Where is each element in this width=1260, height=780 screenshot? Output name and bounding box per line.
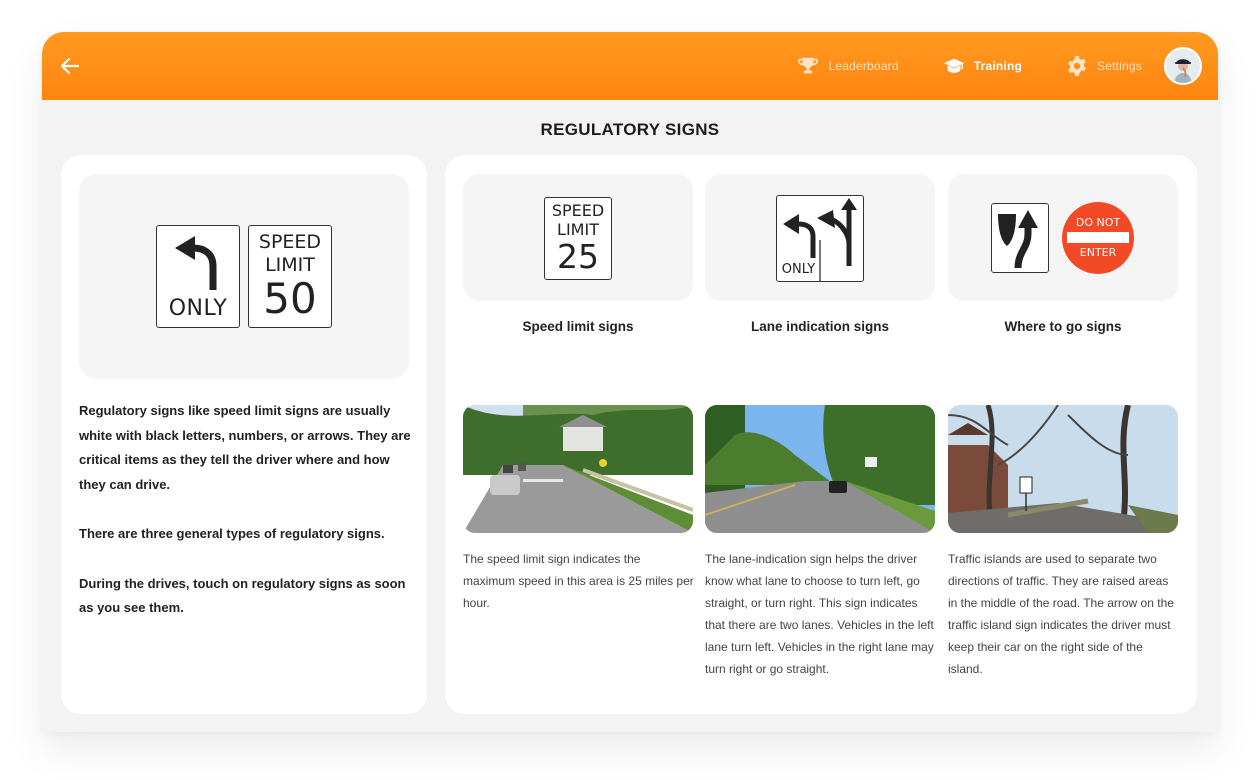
nav-leaderboard-label: Leaderboard bbox=[828, 59, 899, 73]
trophy-icon bbox=[798, 57, 819, 74]
road-photo-traffic-island bbox=[948, 405, 1178, 533]
road-photo-image bbox=[463, 405, 693, 533]
left-turn-only-text: ONLY bbox=[168, 296, 228, 321]
sign-panel: SPEED LIMIT 25 bbox=[463, 174, 693, 301]
top-nav: Leaderboard Training Settings bbox=[797, 32, 1202, 100]
speed-limit-25-sign: SPEED LIMIT 25 bbox=[544, 197, 612, 280]
category-title: Lane indication signs bbox=[750, 319, 890, 334]
nav-leaderboard[interactable]: Leaderboard bbox=[797, 55, 899, 77]
keep-right-arrow-icon bbox=[998, 210, 1038, 269]
intro-paragraph: During the drives, touch on regulatory s… bbox=[79, 575, 406, 616]
categories-card: SPEED LIMIT 25 Speed limit signs The spe… bbox=[445, 155, 1197, 714]
lane-indication-sign: ONLY bbox=[776, 195, 864, 282]
nav-settings[interactable]: Settings bbox=[1066, 55, 1142, 77]
category-description: Traffic islands are used to separate two… bbox=[948, 552, 1174, 676]
sign-panel: DO NOT ENTER bbox=[948, 174, 1178, 301]
category-title: Where to go signs bbox=[1004, 319, 1122, 334]
user-avatar[interactable] bbox=[1164, 47, 1202, 85]
category-description: The lane-indication sign helps the drive… bbox=[705, 552, 934, 676]
road-photo-speed-limit bbox=[463, 405, 693, 533]
speed-value: 25 bbox=[557, 237, 599, 276]
category-lane-indication[interactable]: ONLY Lane indication signs The lane-indi… bbox=[705, 174, 935, 676]
gear-icon bbox=[1068, 55, 1086, 77]
enter-text: ENTER bbox=[1079, 246, 1117, 259]
arrow-left-icon bbox=[60, 57, 80, 75]
category-speed-limit[interactable]: SPEED LIMIT 25 Speed limit signs The spe… bbox=[463, 174, 694, 610]
do-not-text: DO NOT bbox=[1075, 216, 1121, 229]
sign-panel: ONLY bbox=[705, 174, 935, 301]
graduation-cap-icon bbox=[943, 58, 964, 73]
user-avatar-icon bbox=[1166, 49, 1200, 83]
road-photo-image bbox=[705, 405, 935, 533]
road-photo-lane-indication bbox=[705, 405, 935, 533]
speed-limit-50-sign: SPEED LIMIT 50 bbox=[248, 225, 332, 328]
speed-value: 50 bbox=[263, 274, 317, 323]
intro-paragraph: Regulatory signs like speed limit signs … bbox=[79, 403, 411, 493]
intro-paragraph: There are three general types of regulat… bbox=[79, 526, 385, 542]
top-bar: Leaderboard Training Settings bbox=[42, 32, 1218, 100]
category-title: Speed limit signs bbox=[522, 319, 634, 334]
intro-text: Regulatory signs like speed limit signs … bbox=[79, 399, 414, 621]
do-not-enter-sign: DO NOT ENTER bbox=[1062, 202, 1134, 274]
category-description: The speed limit sign indicates the maxim… bbox=[463, 552, 694, 610]
page-title: REGULATORY SIGNS bbox=[540, 120, 720, 139]
left-turn-arrow-icon bbox=[175, 236, 217, 290]
app-window: Leaderboard Training Settings REGULATORY… bbox=[42, 32, 1218, 732]
hero-sign-panel: ONLY SPEED LIMIT 50 bbox=[79, 174, 409, 379]
nav-settings-label: Settings bbox=[1097, 59, 1142, 73]
nav-training-label: Training bbox=[973, 59, 1023, 73]
speed-text: SPEED bbox=[551, 201, 605, 220]
keep-right-island-sign bbox=[991, 203, 1049, 273]
intro-card: ONLY SPEED LIMIT 50 Regulatory signs lik… bbox=[61, 155, 427, 714]
category-where-to-go[interactable]: DO NOT ENTER Where to go signs Traffic i… bbox=[948, 174, 1178, 676]
left-turn-only-sign: ONLY bbox=[156, 225, 240, 328]
speed-text: SPEED bbox=[258, 231, 322, 253]
back-button[interactable] bbox=[58, 54, 82, 78]
road-photo-image bbox=[948, 405, 1178, 533]
do-not-enter-bar bbox=[1067, 232, 1129, 243]
nav-training[interactable]: Training bbox=[943, 55, 1022, 77]
lane-only-text: ONLY bbox=[781, 262, 816, 277]
